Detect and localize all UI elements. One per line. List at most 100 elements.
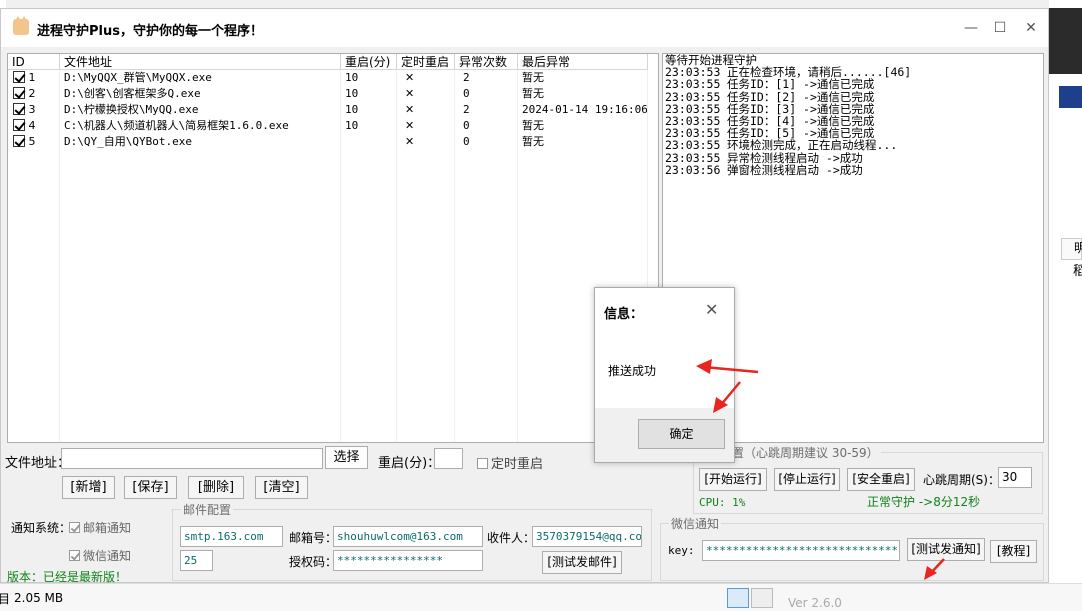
row-count: 2 xyxy=(461,102,518,118)
table-row[interactable]: 2 D:\创客\创客框架多Q.exe 10 ✕ 0 暂无 xyxy=(8,86,658,102)
row-last: 暂无 xyxy=(520,118,648,134)
dialog-ok-button[interactable]: 确定 xyxy=(638,419,725,449)
tutorial-button[interactable]: [教程] xyxy=(990,540,1037,563)
auth-input[interactable]: **************** xyxy=(333,550,483,571)
row-path: D:\柠檬换授权\MyQQ.exe xyxy=(62,102,341,118)
timed-restart-text: 定时重启 xyxy=(491,457,544,472)
settings-title: 置（心跳周期建议 30-59） xyxy=(730,444,881,461)
version-status: 版本：已经是最新版！ xyxy=(7,570,128,584)
row-restart xyxy=(343,134,397,150)
choose-button[interactable]: 选择 xyxy=(325,446,368,469)
row-id-cell: 5 xyxy=(8,134,60,150)
receiver-label: 收件人： xyxy=(487,531,536,545)
log-time: 23:03:53 xyxy=(665,65,721,80)
heartbeat-input[interactable]: 30 xyxy=(998,467,1032,488)
wechat-notify-checkbox[interactable]: 微信通知 xyxy=(69,547,131,564)
background-window-dark xyxy=(1049,8,1082,74)
process-table[interactable]: ID 文件地址 重启(分) 定时重启 异常次数 最后异常 1 D:\MyQQX_… xyxy=(7,53,659,443)
row-checkbox[interactable] xyxy=(13,135,25,147)
start-button[interactable]: [开始运行] xyxy=(699,468,767,491)
col-path[interactable]: 文件地址 xyxy=(60,54,341,70)
col-last[interactable]: 最后异常 xyxy=(518,54,648,70)
log-text: 弹窗检测线程启动 ->成功 xyxy=(727,162,863,177)
row-timed-x-icon: ✕ xyxy=(397,70,455,86)
wechat-notify-box[interactable] xyxy=(69,550,80,561)
wechat-title: 微信通知 xyxy=(669,515,722,532)
safe-restart-button[interactable]: [安全重启] xyxy=(847,468,915,491)
row-id-cell: 3 xyxy=(8,102,60,118)
row-checkbox[interactable] xyxy=(13,71,25,83)
receiver-input[interactable]: 3570379154@qq.com xyxy=(532,526,642,547)
restart-label: 重启(分)： xyxy=(378,456,441,471)
row-checkbox[interactable] xyxy=(13,87,25,99)
table-row[interactable]: 1 D:\MyQQX_群管\MyQQX.exe 10 ✕ 2 暂无 xyxy=(8,70,658,86)
mail-notify-checkbox[interactable]: 邮箱通知 xyxy=(69,519,131,536)
path-input[interactable] xyxy=(61,448,323,469)
timed-restart-box[interactable] xyxy=(477,458,488,469)
smtp-input[interactable]: smtp.163.com xyxy=(180,526,283,547)
col-restart[interactable]: 重启(分) xyxy=(341,54,397,70)
row-id: 1 xyxy=(28,71,36,84)
row-count: 0 xyxy=(461,134,518,150)
close-button[interactable]: ✕ xyxy=(1016,17,1046,39)
preview-view-icon[interactable] xyxy=(751,588,773,608)
details-view-icon[interactable] xyxy=(727,588,749,608)
restart-input[interactable] xyxy=(434,448,463,469)
window-title: 进程守护Plus，守护你的每一个程序！ xyxy=(37,24,263,39)
mail-notify-box[interactable] xyxy=(69,522,80,533)
row-id: 3 xyxy=(28,103,36,116)
test-mail-button[interactable]: [测试发邮件] xyxy=(542,551,622,574)
background-tab-text: 稻 xyxy=(1073,264,1082,279)
port-input[interactable]: 25 xyxy=(180,550,213,571)
title-bar: 进程守护Plus，守护你的每一个程序！ — ☐ ✕ xyxy=(1,9,1048,47)
delete-button[interactable]: [删除] xyxy=(188,476,244,499)
maximize-button[interactable]: ☐ xyxy=(985,17,1015,39)
key-input[interactable]: ********************************** xyxy=(702,540,900,561)
timed-restart-checkbox[interactable]: 定时重启 xyxy=(477,453,543,472)
log-time: 23:03:55 xyxy=(665,113,721,128)
log-time: 23:03:55 xyxy=(665,150,721,165)
log-time: 23:03:56 xyxy=(665,162,721,177)
save-button[interactable]: [保存] xyxy=(124,476,177,499)
auth-label: 授权码： xyxy=(289,555,338,569)
minimize-button[interactable]: — xyxy=(956,17,986,39)
row-path: C:\机器人\频道机器人\简易框架1.6.0.exe xyxy=(62,118,341,134)
row-count: 2 xyxy=(461,70,518,86)
account-input[interactable]: shouhuwlcom@163.com xyxy=(333,526,483,547)
row-restart: 10 xyxy=(343,102,397,118)
row-last: 暂无 xyxy=(520,86,648,102)
log-time: 23:03:55 xyxy=(665,77,721,92)
clear-button[interactable]: [清空] xyxy=(255,476,308,499)
guard-status: 正常守护 ->8分12秒 xyxy=(867,495,981,509)
row-last: 暂无 xyxy=(520,70,648,86)
row-id: 5 xyxy=(28,135,36,148)
row-count: 0 xyxy=(461,86,518,102)
log-line: 23:03:56 弹窗检测线程启动 ->成功 xyxy=(665,164,1043,176)
mail-notify-text: 邮箱通知 xyxy=(83,521,132,535)
col-timed[interactable]: 定时重启 xyxy=(397,54,455,70)
table-row[interactable]: 5 D:\QY_自用\QYBot.exe ✕ 0 暂无 xyxy=(8,134,658,150)
stop-button[interactable]: [停止运行] xyxy=(774,468,840,491)
heartbeat-label: 心跳周期(S)： xyxy=(923,473,1000,487)
col-id[interactable]: ID xyxy=(8,54,60,70)
table-row[interactable]: 3 D:\柠檬换授权\MyQQ.exe 10 ✕ 2 2024-01-14 19… xyxy=(8,102,658,118)
table-row[interactable]: 4 C:\机器人\频道机器人\简易框架1.6.0.exe 10 ✕ 0 暂无 xyxy=(8,118,658,134)
notify-label: 通知系统： xyxy=(11,521,72,535)
log-time: 23:03:55 xyxy=(665,138,721,153)
account-label: 邮箱号： xyxy=(289,531,338,545)
col-count[interactable]: 异常次数 xyxy=(455,54,518,70)
test-notify-button[interactable]: [测试发通知] xyxy=(907,538,985,561)
dialog-message: 推送成功 xyxy=(608,364,657,378)
row-id: 2 xyxy=(28,87,36,100)
row-timed-x-icon: ✕ xyxy=(397,118,455,134)
row-checkbox[interactable] xyxy=(13,119,25,131)
row-checkbox[interactable] xyxy=(13,103,25,115)
row-timed-x-icon: ✕ xyxy=(397,102,455,118)
row-timed-x-icon: ✕ xyxy=(397,86,455,102)
add-button[interactable]: [新增] xyxy=(62,476,115,499)
desktop-right-strip: 明 稻 xyxy=(1049,0,1082,611)
log-time: 23:03:55 xyxy=(665,101,721,116)
background-status-bar: 目 2.05 MB Ver 2.6.0 xyxy=(0,583,1082,611)
dialog-close-icon[interactable]: ✕ xyxy=(705,300,718,319)
row-id-cell: 4 xyxy=(8,118,60,134)
